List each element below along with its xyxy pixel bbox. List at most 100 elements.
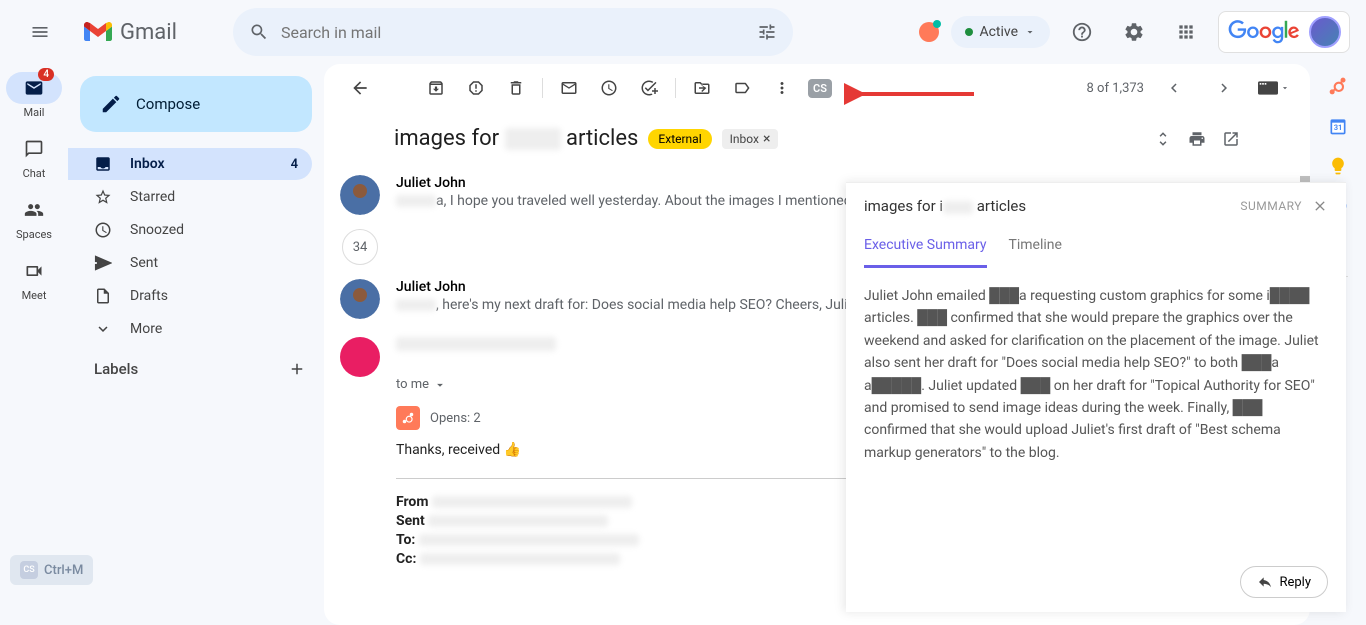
summary-title: images for i articles [864,197,1240,215]
nav-more[interactable]: More [68,313,312,345]
chevron-down-icon [1024,26,1036,38]
apps-button[interactable] [1166,12,1206,52]
prev-button[interactable] [1154,68,1194,108]
search-icon [249,22,269,42]
keyboard-icon [1258,81,1278,95]
labels-header: Labels [68,346,324,386]
inbox-icon [94,155,112,173]
arrow-back-icon [350,78,370,98]
hubspot-addon[interactable] [1328,76,1348,96]
compose-button[interactable]: Compose [80,76,312,132]
rail-meet[interactable]: Meet [6,255,62,302]
nav-drafts[interactable]: Drafts [68,280,312,312]
chevron-down-icon [433,378,447,392]
thread-count[interactable]: 34 [342,229,378,265]
nav-snoozed[interactable]: Snoozed [68,214,312,246]
plus-icon[interactable] [288,360,306,378]
meet-icon [24,261,44,281]
delete-button[interactable] [496,68,536,108]
open-new-icon[interactable] [1222,130,1240,148]
print-icon[interactable] [1188,130,1206,148]
chat-icon [24,139,44,159]
next-button[interactable] [1204,68,1244,108]
label-button[interactable] [722,68,762,108]
reply-button[interactable]: Reply [1240,566,1328,598]
folder-move-icon [693,79,711,97]
nav-inbox[interactable]: Inbox 4 [68,148,312,180]
more-button[interactable] [762,68,802,108]
summary-body: Juliet John emailed ███a requesting cust… [846,269,1346,480]
star-icon [94,188,112,206]
chevron-right-icon [1215,79,1233,97]
input-tools-button[interactable] [1254,68,1294,108]
gear-icon [1123,21,1145,43]
cs-badge[interactable]: CS [808,79,832,98]
inbox-chip[interactable]: Inbox × [722,129,779,149]
user-avatar[interactable] [1309,16,1341,48]
nav-starred[interactable]: Starred [68,181,312,213]
gmail-text: Gmail [120,20,177,45]
active-status[interactable]: Active [951,16,1050,48]
mail-closed-icon [560,79,578,97]
archive-button[interactable] [416,68,456,108]
gmail-logo[interactable]: Gmail [84,20,177,45]
help-button[interactable] [1062,12,1102,52]
nav-sent[interactable]: Sent [68,247,312,279]
move-button[interactable] [682,68,722,108]
send-icon [94,254,112,272]
sender-redacted [396,337,556,351]
tab-timeline[interactable]: Timeline [1009,229,1062,268]
add-task-icon [640,79,658,97]
left-rail: 4 Mail Chat Spaces Meet CS Ctrl+M [0,64,68,625]
report-icon [467,79,485,97]
reply-icon [1257,574,1273,590]
external-badge: External [648,129,711,149]
keep-addon[interactable] [1328,156,1348,176]
apps-icon [1176,22,1196,42]
back-button[interactable] [340,68,380,108]
tab-executive-summary[interactable]: Executive Summary [864,229,987,268]
main-menu-button[interactable] [16,8,64,56]
pencil-icon [100,93,122,115]
calendar-addon[interactable]: 31 [1328,116,1348,136]
expand-icon[interactable] [1154,130,1172,148]
google-account[interactable] [1218,11,1350,53]
calendar-icon: 31 [1328,116,1348,136]
clock-icon [94,221,112,239]
tune-icon[interactable] [757,22,777,42]
snooze-button[interactable] [589,68,629,108]
hubspot-indicator[interactable] [919,22,939,42]
arrow-annotation [844,82,974,106]
sender-avatar [340,279,380,319]
summary-panel: images for i articles SUMMARY Executive … [846,182,1346,612]
summary-header: images for i articles SUMMARY [846,183,1346,229]
clock-icon [600,79,618,97]
chevron-down-icon [94,320,112,338]
sender-avatar [340,337,380,377]
rail-spaces[interactable]: Spaces [6,194,62,241]
spam-button[interactable] [456,68,496,108]
toolbar: CS 8 of 1,373 [324,64,1310,112]
add-task-button[interactable] [629,68,669,108]
more-vert-icon [773,79,791,97]
sender-avatar [340,175,380,215]
settings-button[interactable] [1114,12,1154,52]
hubspot-icon [1328,76,1348,96]
close-icon[interactable] [1312,198,1328,214]
svg-text:31: 31 [1334,123,1343,132]
google-logo-icon [1227,20,1301,44]
rail-mail[interactable]: 4 Mail [6,72,62,119]
file-icon [94,287,112,305]
rail-chat[interactable]: Chat [6,133,62,180]
subject-row: images for articles External Inbox × [324,112,1310,165]
mark-unread-button[interactable] [549,68,589,108]
subject-text: images for articles [394,126,638,151]
header: Gmail Active [0,0,1366,64]
search-input[interactable] [281,23,757,42]
sidebar: Compose Inbox 4 Starred Snoozed Sent Dra… [68,64,324,625]
spaces-icon [24,200,44,220]
header-right: Active [919,11,1350,53]
search-bar[interactable] [233,8,793,56]
archive-icon [427,79,445,97]
mail-icon [24,78,44,98]
